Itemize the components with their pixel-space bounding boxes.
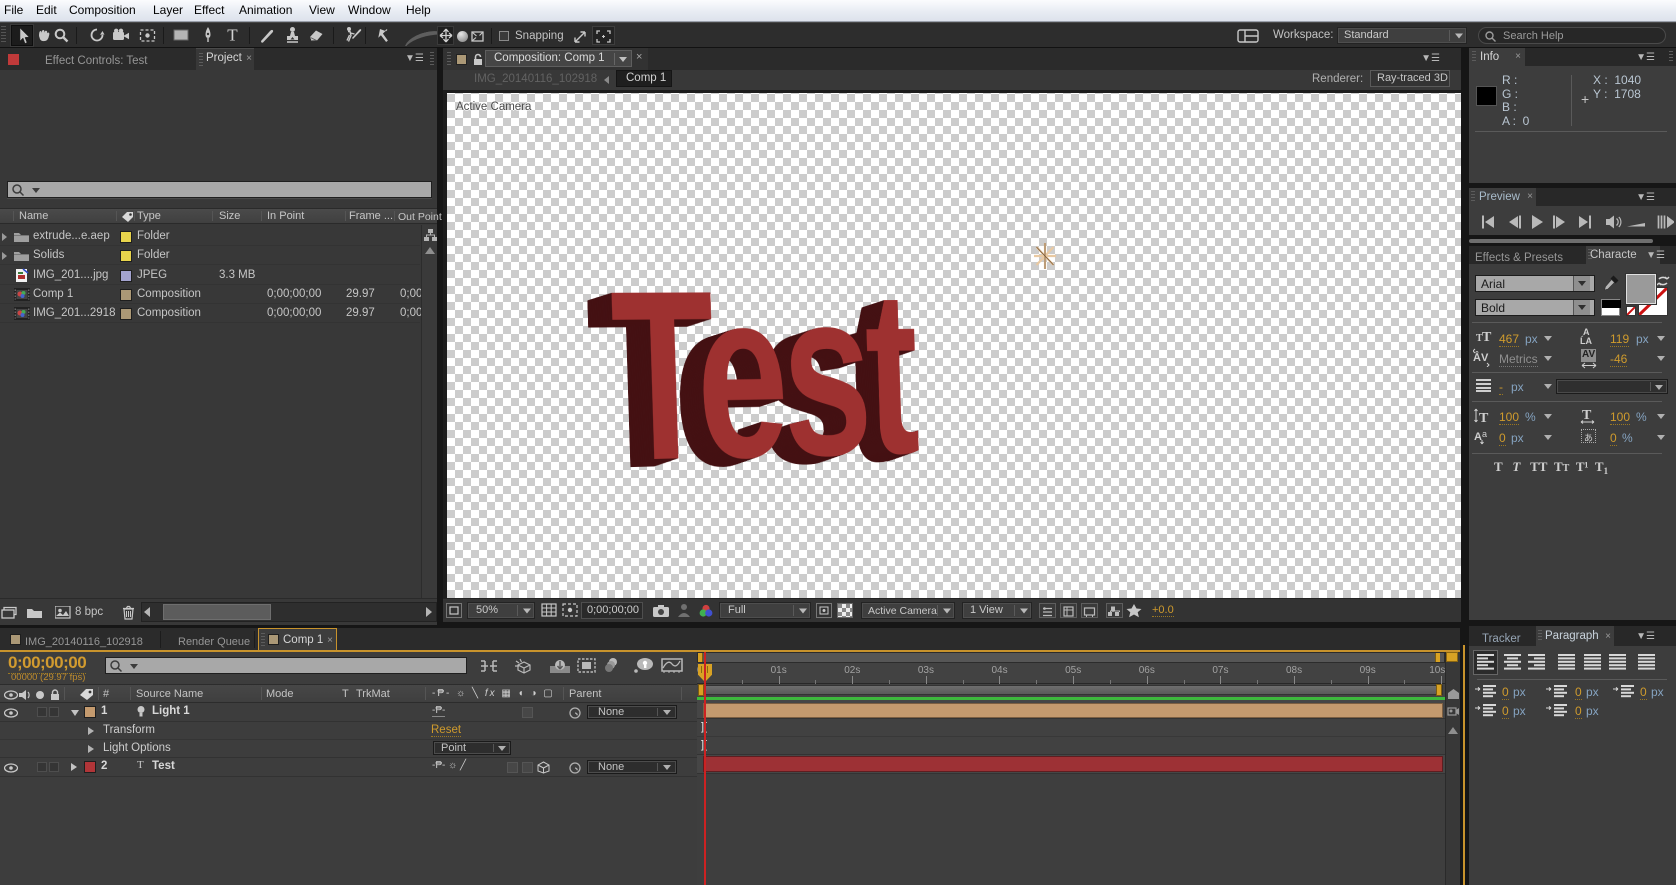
svg-text:ĹA: ĹA (1580, 336, 1592, 345)
svg-text:T: T (1582, 408, 1592, 423)
svg-text:T: T (1482, 330, 1492, 343)
svg-text:T: T (227, 26, 238, 45)
svg-text:A: A (1474, 431, 1482, 443)
svg-text:ÅV: ÅV (1473, 351, 1489, 364)
svg-text:a: a (1482, 429, 1487, 439)
svg-text:T: T (1479, 411, 1489, 424)
